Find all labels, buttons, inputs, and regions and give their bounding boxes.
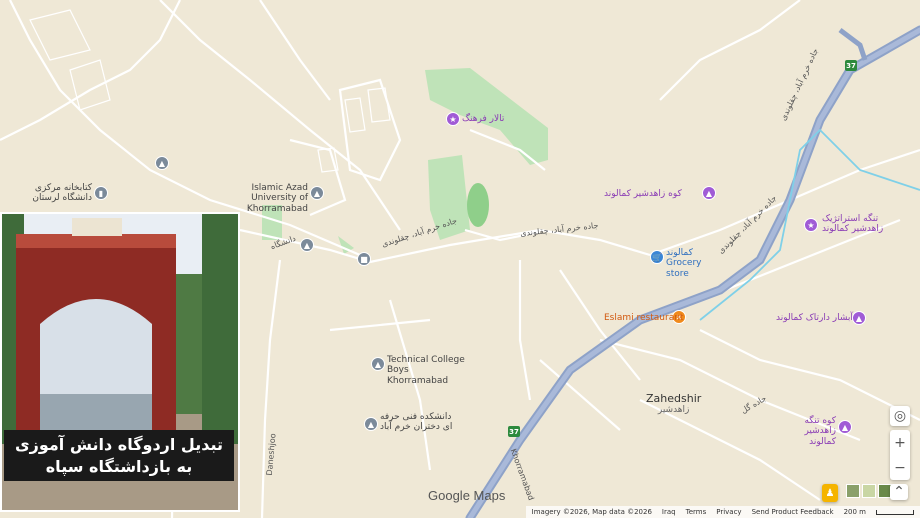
layer-thumbnails[interactable]	[846, 484, 892, 498]
poi-label-eslami[interactable]: Eslami restaurant	[604, 313, 683, 323]
photo-caption: تبدیل اردوگاه دانش آموزی به بازداشتگاه س…	[4, 430, 234, 482]
place-zahedshir: Zahedshir زاهدشیر	[646, 392, 701, 416]
feedback-link[interactable]: Send Product Feedback	[752, 508, 834, 516]
expand-icon: ⌃	[893, 484, 905, 500]
poi-label-azad[interactable]: Islamic Azad University of Khorramabad	[220, 183, 308, 214]
poi-label-library[interactable]: کتابخانه مرکزی دانشگاه لرستان	[28, 183, 92, 204]
place-native-name: زاهدشیر	[657, 405, 690, 416]
waterfall-icon[interactable]: ▲	[852, 311, 866, 325]
route-37-shield: 37	[508, 426, 520, 437]
mountain-icon[interactable]: ▲	[838, 420, 852, 434]
library-icon[interactable]: ▮	[94, 186, 108, 200]
pegman-button[interactable]: ♟	[822, 484, 838, 502]
locate-icon: ◎	[893, 408, 907, 424]
grocery-icon[interactable]: 🛒	[650, 250, 664, 264]
country-label: Iraq	[661, 508, 676, 516]
school-icon[interactable]: ▲	[310, 186, 324, 200]
route-37-shield: 37	[845, 60, 857, 71]
poi-label-fani[interactable]: دانشکده فنی حرفه ای دختران خرم آباد	[380, 412, 460, 433]
place-name: Zahedshir	[646, 392, 702, 405]
school-icon[interactable]: ▲	[300, 238, 314, 252]
school-icon[interactable]: ▲	[371, 357, 385, 371]
school-icon[interactable]: ▲	[155, 156, 169, 170]
school-icon[interactable]: ▲	[364, 417, 378, 431]
landmark-icon[interactable]: ★	[804, 218, 818, 232]
stadium-field	[467, 183, 489, 227]
poi-label-kuh-tange[interactable]: کوه تنگه زاهدشیر کمالوند	[784, 416, 836, 447]
zoom-control[interactable]: + −	[890, 430, 910, 480]
terms-link[interactable]: Terms	[686, 508, 707, 516]
zoom-out-button[interactable]: −	[894, 460, 906, 476]
expand-button[interactable]: ⌃	[890, 484, 908, 500]
layer-terrain-thumb[interactable]	[862, 484, 876, 498]
zoom-in-button[interactable]: +	[894, 435, 906, 451]
landmark-icon[interactable]: ★	[446, 112, 460, 126]
my-location-button[interactable]: ◎	[890, 406, 910, 426]
bus-stop-icon[interactable]: ■	[357, 252, 371, 266]
poi-label-technical[interactable]: Technical College Boys Khorramabad	[387, 355, 467, 386]
poi-label-talar[interactable]: تالار فرهنگ	[462, 114, 504, 124]
poi-label-tange[interactable]: تنگه استراتژیک زاهدشیر کمالوند	[822, 214, 900, 235]
privacy-link[interactable]: Privacy	[716, 508, 741, 516]
scale-label: 200 m	[843, 508, 866, 516]
layer-satellite-thumb[interactable]	[846, 484, 860, 498]
google-maps-logo: Google Maps	[428, 488, 506, 503]
poi-label-grocery[interactable]: کمالوند Grocery store	[666, 248, 712, 279]
poi-label-abshar[interactable]: آبشار دارتاک کمالوند	[776, 313, 853, 323]
imagery-credit: Imagery ©2026, Map data ©2026	[531, 508, 652, 516]
poi-label-kuh-zahedshir[interactable]: کوه زاهدشیر کمالوند	[604, 189, 682, 199]
mountain-icon[interactable]: ▲	[702, 186, 716, 200]
scale-bar	[876, 509, 914, 515]
attribution-bar: Imagery ©2026, Map data ©2026 Iraq Terms…	[525, 506, 920, 518]
